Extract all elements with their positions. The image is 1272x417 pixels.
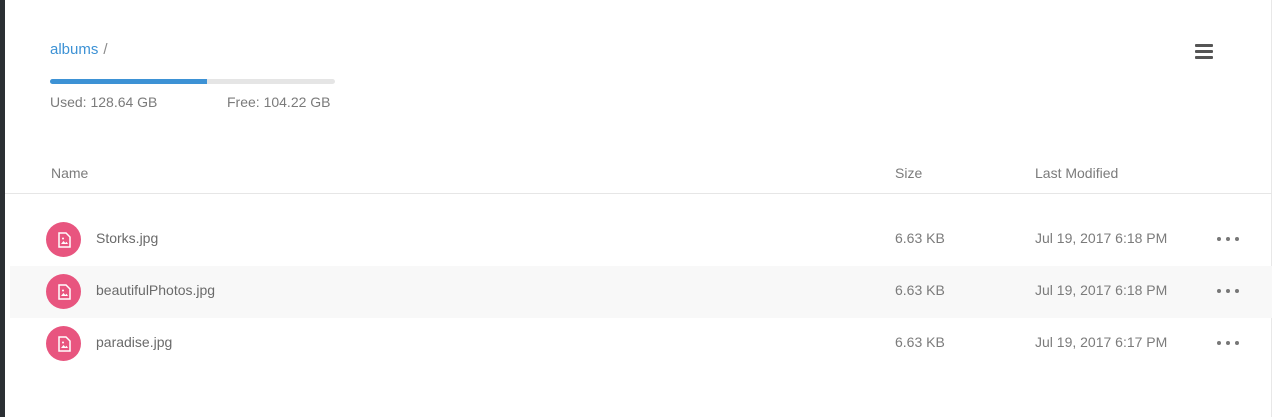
image-file-icon — [46, 274, 81, 309]
table-row[interactable]: Storks.jpg 6.63 KB Jul 19, 2017 6:18 PM — [10, 214, 1272, 266]
image-file-icon — [46, 326, 81, 361]
table-row[interactable]: beautifulPhotos.jpg 6.63 KB Jul 19, 2017… — [10, 266, 1272, 318]
file-browser-panel: albums / Used: 128.64 GB Free: 104.22 GB… — [5, 0, 1272, 417]
table-row[interactable]: paradise.jpg 6.63 KB Jul 19, 2017 6:17 P… — [10, 318, 1272, 370]
breadcrumb-albums-link[interactable]: albums — [50, 41, 98, 58]
ellipsis-icon[interactable] — [1217, 232, 1239, 246]
storage-used-text: Used: 128.64 GB — [50, 94, 158, 110]
column-header-name[interactable]: Name — [51, 165, 88, 181]
file-size: 6.63 KB — [895, 282, 945, 298]
header-divider — [5, 193, 1272, 194]
column-header-last-modified[interactable]: Last Modified — [1035, 165, 1118, 181]
file-modified: Jul 19, 2017 6:17 PM — [1035, 334, 1168, 350]
file-name: Storks.jpg — [96, 230, 159, 246]
storage-usage-fill — [50, 79, 208, 84]
breadcrumb-separator: / — [103, 41, 108, 58]
image-file-icon — [46, 222, 81, 257]
breadcrumb: albums / — [50, 41, 108, 58]
file-size: 6.63 KB — [895, 334, 945, 350]
ellipsis-icon[interactable] — [1217, 336, 1239, 350]
storage-usage-bar — [50, 79, 335, 84]
file-size: 6.63 KB — [895, 230, 945, 246]
ellipsis-icon[interactable] — [1217, 284, 1239, 298]
hamburger-menu-icon[interactable] — [1195, 44, 1213, 60]
file-name: paradise.jpg — [96, 334, 173, 350]
file-name: beautifulPhotos.jpg — [96, 282, 216, 298]
file-modified: Jul 19, 2017 6:18 PM — [1035, 230, 1168, 246]
file-modified: Jul 19, 2017 6:18 PM — [1035, 282, 1168, 298]
storage-free-text: Free: 104.22 GB — [227, 94, 331, 110]
column-header-size[interactable]: Size — [895, 165, 922, 181]
